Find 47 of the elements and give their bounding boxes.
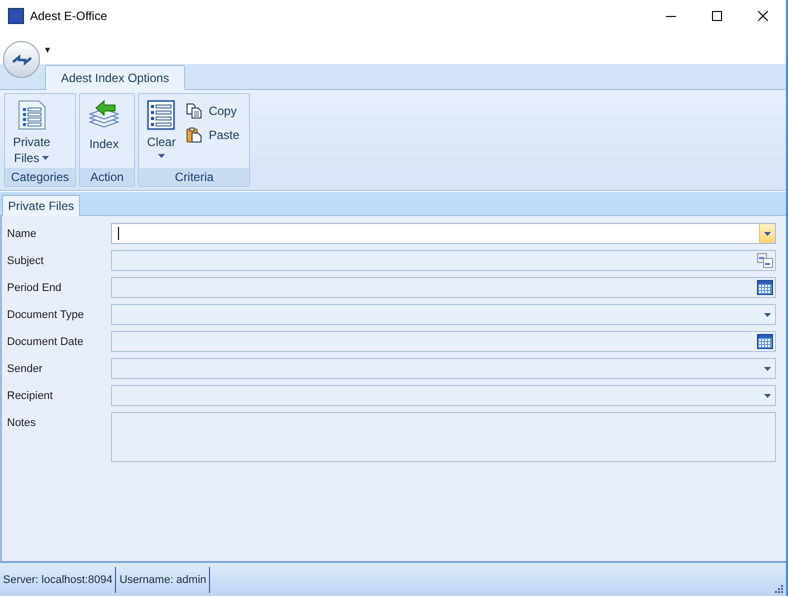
- caret-icon: [764, 232, 771, 236]
- caret-icon: [764, 394, 771, 398]
- input-field[interactable]: [111, 277, 776, 298]
- list-icon: [147, 100, 176, 130]
- group-label: Criteria: [139, 168, 250, 186]
- input-field[interactable]: [111, 304, 776, 325]
- dropdown-button[interactable]: [759, 224, 775, 243]
- field-label: Document Date: [6, 335, 84, 350]
- ribbon-small-button[interactable]: Copy: [186, 101, 246, 121]
- status-text: Username: admin: [116, 566, 210, 592]
- field-label: Subject: [6, 254, 45, 269]
- list-page-icon: [16, 100, 47, 130]
- window-title: Adest E-Office: [30, 8, 108, 25]
- close-icon: [758, 11, 768, 21]
- input-field[interactable]: [111, 331, 776, 352]
- ribbon-tab[interactable]: Adest Index Options: [45, 65, 186, 90]
- application-menu-button[interactable]: [3, 41, 40, 78]
- caret-icon: [764, 312, 771, 316]
- group-label: Categories: [5, 168, 76, 186]
- calendar-icon[interactable]: [757, 334, 773, 349]
- ribbon-button[interactable]: Clear: [143, 100, 180, 168]
- field-label: Period End: [6, 281, 62, 296]
- group-label: Action: [80, 168, 134, 186]
- copy-icon: [186, 103, 202, 119]
- document-tab[interactable]: Private Files: [2, 195, 80, 216]
- input-field[interactable]: [111, 250, 776, 271]
- input-field[interactable]: [111, 385, 776, 406]
- input-field[interactable]: [111, 358, 776, 379]
- input-field[interactable]: [111, 223, 776, 244]
- paste-icon: [186, 127, 202, 143]
- field-label: Recipient: [6, 389, 54, 404]
- arrows-icon: [10, 52, 32, 66]
- field-label: Sender: [6, 362, 44, 377]
- ribbon-small-button[interactable]: Paste: [186, 125, 246, 145]
- caret-icon: [764, 366, 771, 370]
- calendar-icon[interactable]: [757, 280, 773, 295]
- lookup-icon[interactable]: [757, 253, 773, 268]
- maximize-icon: [712, 11, 722, 21]
- quick-access-menu[interactable]: ▾: [45, 46, 50, 56]
- ribbon-button[interactable]: Private Files: [9, 100, 54, 168]
- app-logo-icon: [8, 8, 24, 24]
- status-text: Server: localhost:8094: [0, 566, 116, 592]
- field-label: Name: [6, 227, 38, 242]
- resize-grip-icon[interactable]: [774, 584, 783, 593]
- field-label: Document Type: [6, 308, 85, 323]
- ribbon-button[interactable]: Index: [84, 100, 124, 168]
- field-label: Notes: [6, 416, 37, 431]
